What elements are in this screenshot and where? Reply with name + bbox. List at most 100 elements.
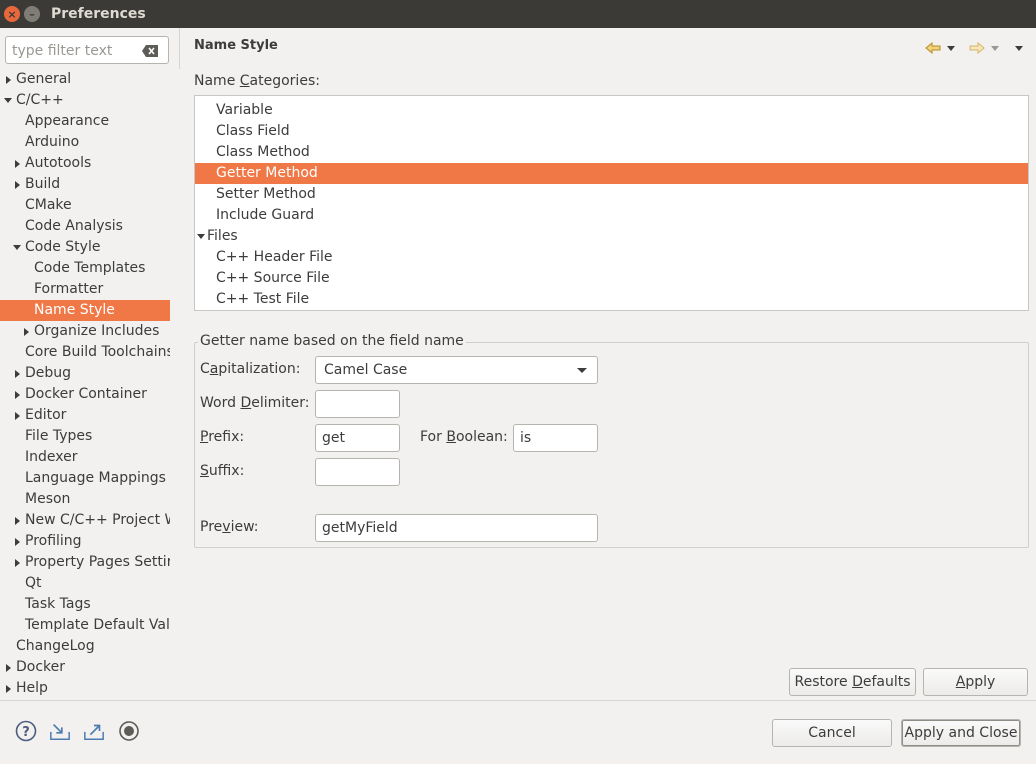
tree-item-label: Property Pages Settir: [25, 554, 170, 570]
collapsed-arrow-icon[interactable]: [13, 384, 21, 405]
minimize-window-button[interactable]: –: [24, 6, 40, 22]
tree-item[interactable]: Editor: [0, 405, 170, 426]
tree-item[interactable]: Code Analysis: [0, 216, 170, 237]
category-label: C++ Header File: [216, 249, 333, 265]
tree-item[interactable]: Docker Container: [0, 384, 170, 405]
tree-item[interactable]: Language Mappings: [0, 468, 170, 489]
back-menu-icon[interactable]: [946, 40, 956, 56]
tree-item-label: Code Analysis: [25, 218, 123, 234]
tree-item-label: Build: [25, 176, 61, 192]
collapsed-arrow-icon[interactable]: [13, 510, 21, 531]
tree-item[interactable]: Organize Includes: [0, 321, 170, 342]
tree-item[interactable]: Debug: [0, 363, 170, 384]
tree-item-label: Docker Container: [25, 386, 147, 402]
tree-item[interactable]: Qt: [0, 573, 170, 594]
apply-button[interactable]: Apply: [923, 668, 1028, 696]
category-item[interactable]: C++ Source File: [195, 268, 1028, 289]
word-delimiter-input[interactable]: [315, 390, 400, 418]
tree-item[interactable]: ChangeLog: [0, 636, 170, 657]
filter-input[interactable]: [12, 41, 132, 61]
category-item[interactable]: C++ Header File: [195, 247, 1028, 268]
forward-menu-icon[interactable]: [990, 40, 1000, 56]
suffix-input[interactable]: [315, 458, 400, 486]
word-delimiter-label: Word Delimiter:: [200, 395, 310, 411]
category-item[interactable]: Class Field: [195, 121, 1028, 142]
export-icon[interactable]: [83, 720, 105, 742]
tree-item[interactable]: Arduino: [0, 132, 170, 153]
collapsed-arrow-icon[interactable]: [13, 174, 21, 195]
tree-item[interactable]: Core Build Toolchains: [0, 342, 170, 363]
expanded-arrow-icon[interactable]: [4, 90, 12, 111]
tree-item[interactable]: Code Templates: [0, 258, 170, 279]
prefix-input[interactable]: get: [315, 424, 400, 452]
tree-item-label: Debug: [25, 365, 72, 381]
tree-item[interactable]: Help: [0, 678, 170, 699]
cancel-button[interactable]: Cancel: [772, 719, 892, 747]
back-arrow-icon[interactable]: [924, 40, 942, 56]
category-label: Include Guard: [216, 207, 315, 223]
collapsed-arrow-icon[interactable]: [13, 405, 21, 426]
chevron-down-icon: [577, 368, 587, 373]
svg-text:?: ?: [22, 725, 30, 740]
restore-defaults-button[interactable]: Restore Defaults: [789, 668, 916, 696]
close-window-button[interactable]: ×: [4, 6, 20, 22]
name-categories-list: Variable Class Field Class Method Getter Me…: [194, 95, 1029, 311]
import-icon[interactable]: [49, 720, 71, 742]
record-icon[interactable]: [118, 720, 140, 742]
category-label: Getter Method: [216, 165, 318, 181]
tree-item[interactable]: Name Style: [0, 300, 170, 321]
tree-item[interactable]: Property Pages Settir: [0, 552, 170, 573]
category-item[interactable]: Setter Method: [195, 184, 1028, 205]
view-menu-icon[interactable]: [1014, 40, 1024, 56]
tree-item[interactable]: Formatter: [0, 279, 170, 300]
preference-page: Name Style Name Categories: Variable Clas…: [181, 28, 1036, 700]
tree-item[interactable]: File Types: [0, 426, 170, 447]
tree-item[interactable]: Profiling: [0, 531, 170, 552]
collapsed-arrow-icon[interactable]: [13, 552, 21, 573]
collapsed-arrow-icon[interactable]: [4, 69, 12, 90]
collapsed-arrow-icon[interactable]: [4, 657, 12, 678]
collapsed-arrow-icon[interactable]: [13, 153, 21, 174]
tree-item[interactable]: Docker: [0, 657, 170, 678]
tree-item[interactable]: Indexer: [0, 447, 170, 468]
category-item[interactable]: C++ Test File: [195, 289, 1028, 310]
tree-item[interactable]: Template Default Valu: [0, 615, 170, 636]
collapsed-arrow-icon[interactable]: [13, 531, 21, 552]
title-bar: × – Preferences: [0, 0, 1036, 28]
tree-item[interactable]: Appearance: [0, 111, 170, 132]
category-item[interactable]: Class Method: [195, 142, 1028, 163]
tree-item[interactable]: Task Tags: [0, 594, 170, 615]
collapsed-arrow-icon[interactable]: [13, 363, 21, 384]
tree-item[interactable]: Meson: [0, 489, 170, 510]
help-icon[interactable]: ?: [15, 720, 37, 742]
name-categories-label: Name Categories:: [194, 73, 320, 89]
category-item[interactable]: Variable: [195, 100, 1028, 121]
category-label: Class Field: [216, 123, 290, 139]
apply-and-close-button[interactable]: Apply and Close: [901, 719, 1021, 747]
tree-scrollbar[interactable]: [170, 69, 180, 700]
tree-item-label: C/C++: [16, 92, 64, 108]
category-item[interactable]: Getter Method: [195, 163, 1028, 184]
category-item[interactable]: Include Guard: [195, 205, 1028, 226]
tree-item-label: Language Mappings: [25, 470, 166, 486]
capitalization-select[interactable]: Camel Case: [315, 356, 598, 384]
collapsed-arrow-icon[interactable]: [22, 321, 30, 342]
tree-item[interactable]: Build: [0, 174, 170, 195]
expanded-arrow-icon[interactable]: [197, 226, 205, 247]
tree-item-label: Organize Includes: [34, 323, 160, 339]
for-boolean-input[interactable]: is: [513, 424, 598, 452]
category-item[interactable]: Files: [195, 226, 1028, 247]
window-title: Preferences: [51, 6, 146, 22]
filter-box: [5, 36, 169, 64]
tree-item[interactable]: General: [0, 69, 170, 90]
tree-item[interactable]: C/C++: [0, 90, 170, 111]
tree-item[interactable]: New C/C++ Project Wi: [0, 510, 170, 531]
preview-label: Preview:: [200, 519, 259, 535]
tree-item[interactable]: Code Style: [0, 237, 170, 258]
tree-item[interactable]: CMake: [0, 195, 170, 216]
expanded-arrow-icon[interactable]: [13, 237, 21, 258]
forward-arrow-icon[interactable]: [968, 40, 986, 56]
collapsed-arrow-icon[interactable]: [4, 678, 12, 699]
tree-item[interactable]: Autotools: [0, 153, 170, 174]
clear-filter-icon[interactable]: [142, 45, 158, 57]
